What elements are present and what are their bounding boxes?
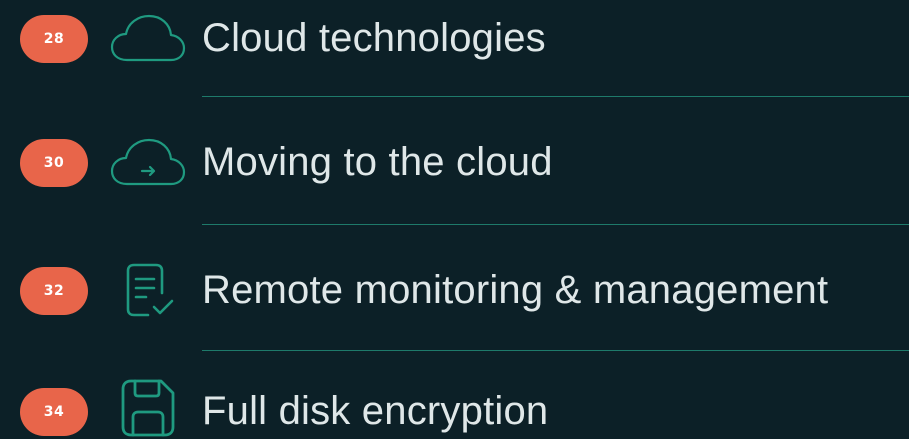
toc-item-moving-to-the-cloud[interactable]: 30 Moving to the cloud (0, 124, 909, 204)
page-number-badge: 32 (20, 267, 88, 315)
page-number-badge: 28 (20, 15, 88, 63)
toc-item-title: Full disk encryption (202, 389, 549, 433)
toc-item-remote-monitoring[interactable]: 32 Remote monitoring & management (0, 252, 909, 332)
toc-item-title: Cloud technologies (202, 16, 546, 60)
table-of-contents: 28 Cloud technologies 30 Moving to the c… (0, 0, 909, 439)
toc-item-full-disk-encryption[interactable]: 34 Full disk encryption (0, 373, 909, 439)
cloud-icon (108, 9, 188, 69)
checklist-document-icon (108, 261, 188, 321)
toc-item-cloud-technologies[interactable]: 28 Cloud technologies (0, 0, 909, 80)
divider (202, 224, 909, 225)
divider (202, 350, 909, 351)
divider (202, 96, 909, 97)
toc-item-title: Moving to the cloud (202, 140, 553, 184)
cloud-arrow-icon (108, 133, 188, 193)
page-number-badge: 30 (20, 139, 88, 187)
page-number-badge: 34 (20, 388, 88, 436)
floppy-disk-icon (108, 378, 188, 438)
toc-item-title: Remote monitoring & management (202, 268, 829, 312)
